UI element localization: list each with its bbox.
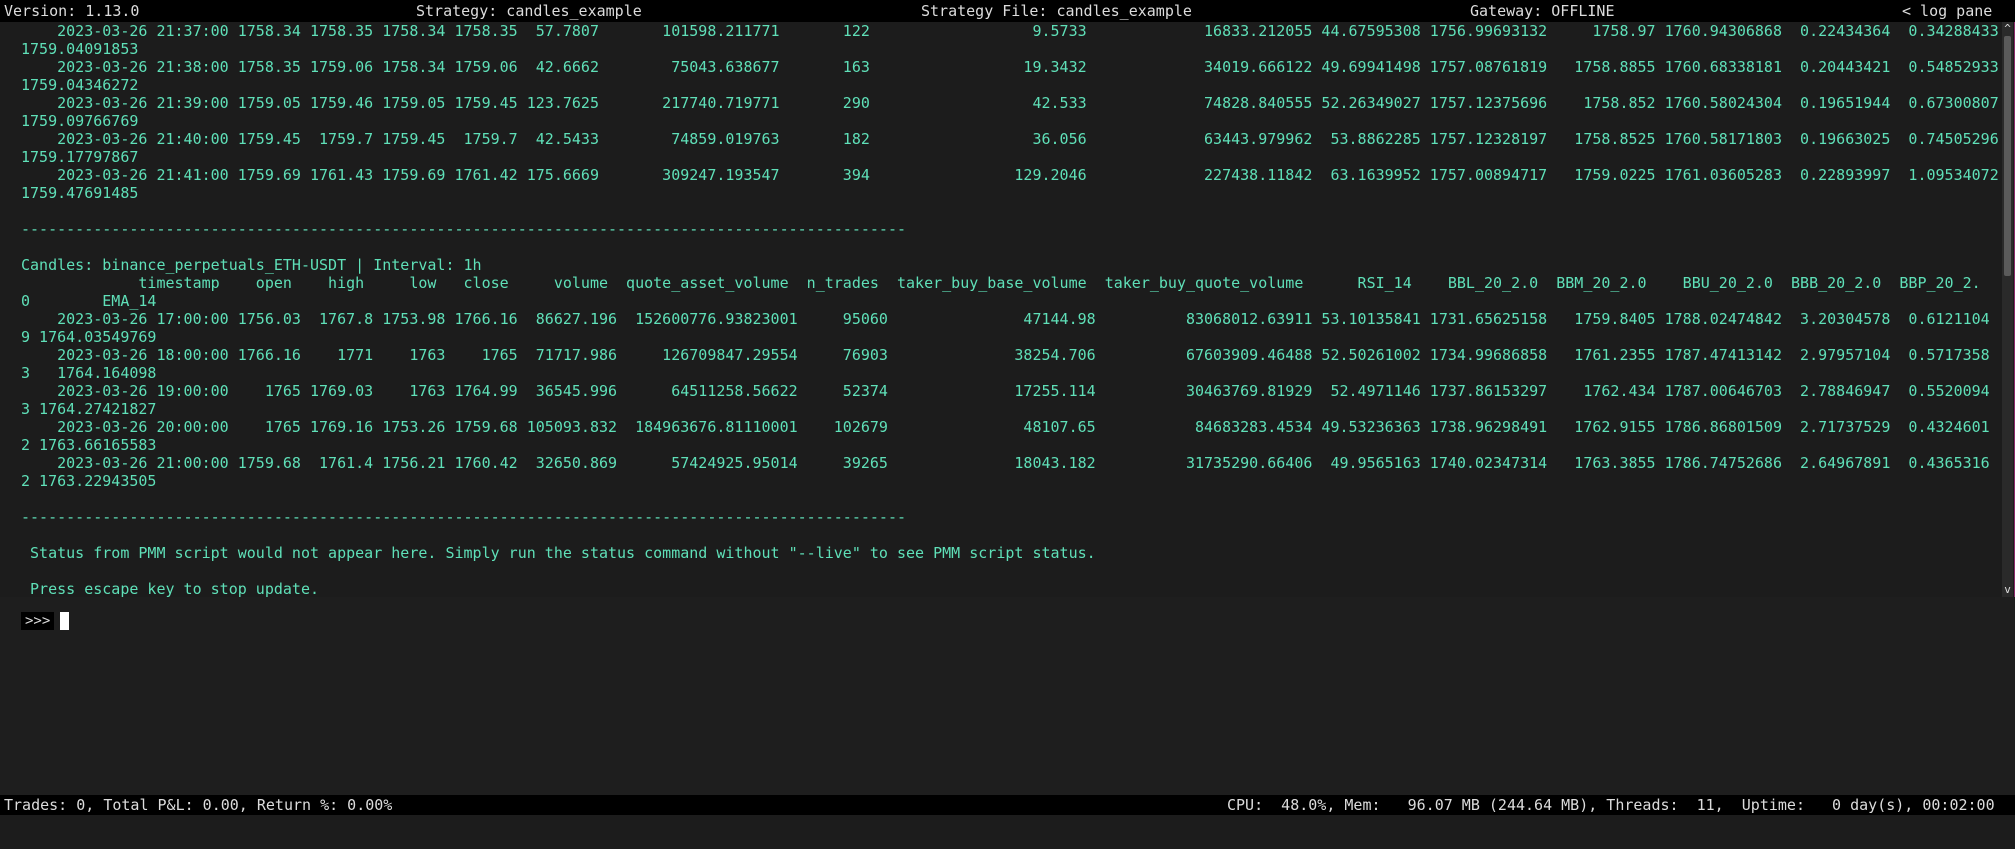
strategy-file-label: Strategy File: candles_example bbox=[921, 2, 1192, 20]
output-line: Status from PMM script would not appear … bbox=[21, 544, 1096, 562]
output-line: 1759.09766769 bbox=[21, 112, 139, 130]
strategy-label: Strategy: candles_example bbox=[416, 2, 642, 20]
command-input-pane[interactable]: >>> bbox=[0, 597, 2015, 795]
output-text: 2023-03-26 21:37:00 1758.34 1758.35 1758… bbox=[0, 22, 2002, 597]
scroll-up-icon[interactable]: ^ bbox=[2002, 22, 2013, 36]
output-line: Candles: binance_perpetuals_ETH-USDT | I… bbox=[21, 256, 482, 274]
output-line: 1759.17797867 bbox=[21, 148, 139, 166]
output-line: 2023-03-26 21:38:00 1758.35 1759.06 1758… bbox=[21, 58, 1999, 76]
command-line[interactable]: >>> bbox=[21, 611, 70, 631]
output-line: 0 EMA_14 bbox=[21, 292, 157, 310]
output-line: timestamp open high low close volume quo… bbox=[21, 274, 1981, 292]
output-line: 3 1764.164098 bbox=[21, 364, 157, 382]
output-scrollbar[interactable]: ^ v bbox=[2002, 22, 2013, 597]
output-line: 2023-03-26 21:39:00 1759.05 1759.46 1759… bbox=[21, 94, 1999, 112]
output-line: 2023-03-26 20:00:00 1765 1769.16 1753.26… bbox=[21, 418, 1990, 436]
output-line: 2023-03-26 18:00:00 1766.16 1771 1763 17… bbox=[21, 346, 1990, 364]
output-line: 2023-03-26 21:41:00 1759.69 1761.43 1759… bbox=[21, 166, 1999, 184]
trades-pnl-summary: Trades: 0, Total P&L: 0.00, Return %: 0.… bbox=[4, 796, 393, 814]
output-line: 9 1764.03549769 bbox=[21, 328, 157, 346]
scroll-thumb[interactable] bbox=[2004, 36, 2011, 276]
output-line: 1759.04091853 bbox=[21, 40, 139, 58]
output-line: 2 1763.66165583 bbox=[21, 436, 157, 454]
output-line: ----------------------------------------… bbox=[21, 220, 907, 238]
output-line: 1759.04346272 bbox=[21, 76, 139, 94]
top-status-bar: Version: 1.13.0 Strategy: candles_exampl… bbox=[0, 0, 2015, 22]
output-line: 3 1764.27421827 bbox=[21, 400, 157, 418]
output-pane[interactable]: 2023-03-26 21:37:00 1758.34 1758.35 1758… bbox=[0, 22, 2002, 597]
output-line: 2023-03-26 21:37:00 1758.34 1758.35 1758… bbox=[21, 22, 1999, 40]
output-line: 2023-03-26 21:00:00 1759.68 1761.4 1756.… bbox=[21, 454, 1990, 472]
output-line: 2023-03-26 21:40:00 1759.45 1759.7 1759.… bbox=[21, 130, 1999, 148]
output-line: 2 1763.22943505 bbox=[21, 472, 157, 490]
version-label: Version: 1.13.0 bbox=[4, 2, 140, 20]
output-line: 2023-03-26 17:00:00 1756.03 1767.8 1753.… bbox=[21, 310, 1990, 328]
scroll-down-icon[interactable]: v bbox=[2002, 583, 2013, 597]
text-cursor bbox=[60, 612, 70, 630]
output-line: 1759.47691485 bbox=[21, 184, 139, 202]
output-line: Press escape key to stop update. bbox=[21, 580, 320, 597]
log-pane-toggle[interactable]: < log pane bbox=[1902, 3, 1992, 19]
gateway-status: Gateway: OFFLINE bbox=[1470, 2, 1615, 20]
output-line: 2023-03-26 19:00:00 1765 1769.03 1763 17… bbox=[21, 382, 1990, 400]
output-line: ----------------------------------------… bbox=[21, 508, 907, 526]
bottom-status-bar: Trades: 0, Total P&L: 0.00, Return %: 0.… bbox=[0, 795, 2015, 815]
command-prompt: >>> bbox=[21, 612, 55, 630]
system-metrics: CPU: 48.0%, Mem: 96.07 MB (244.64 MB), T… bbox=[1227, 796, 1995, 814]
